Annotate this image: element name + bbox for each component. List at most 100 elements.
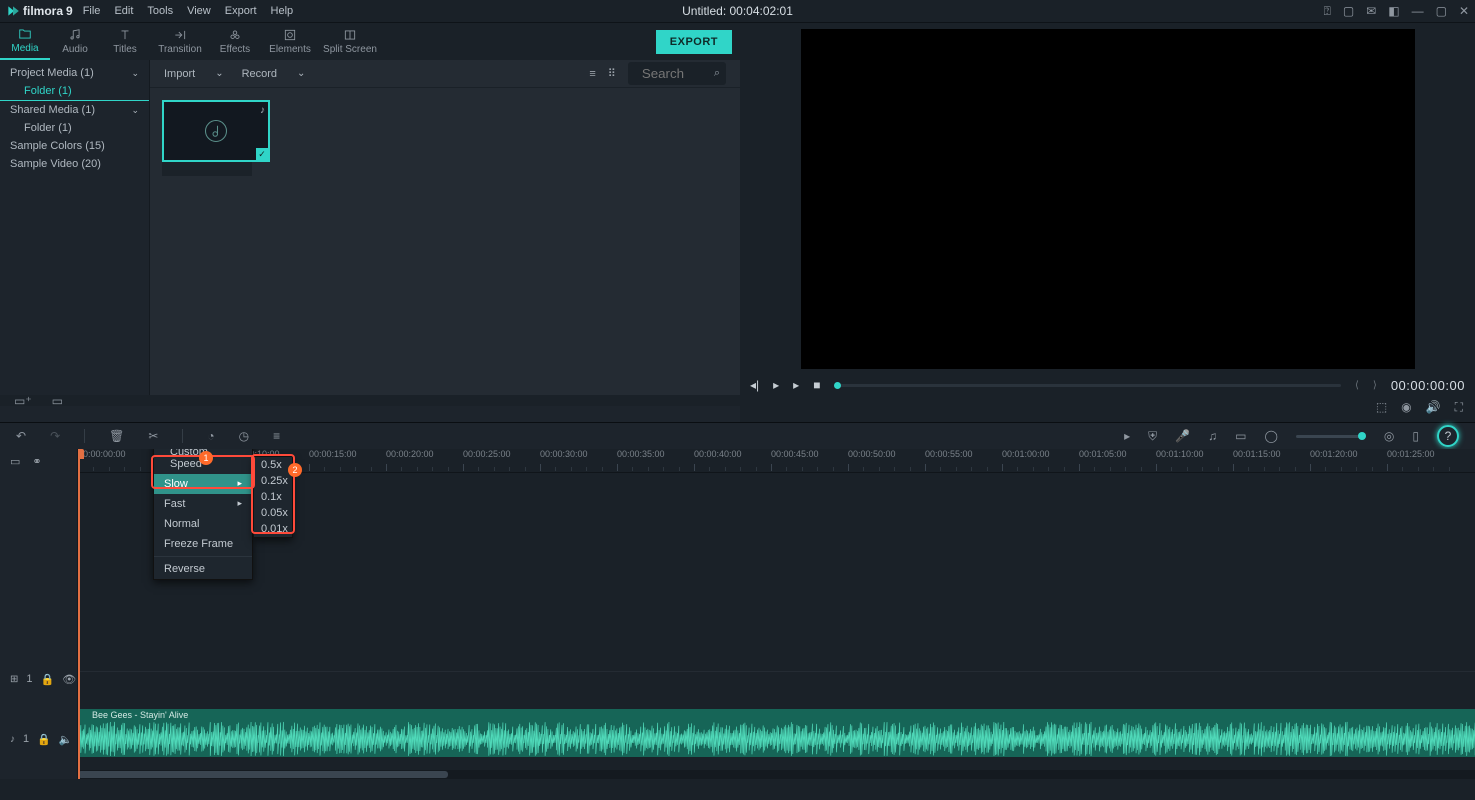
display-icon[interactable]: ⬚ — [1376, 400, 1387, 422]
filter-icon[interactable]: ≡ — [589, 68, 595, 80]
lock-icon[interactable]: 🔒 — [37, 733, 51, 746]
audio-clip[interactable]: Bee Gees - Stayin' Alive — [78, 709, 1475, 757]
message-icon[interactable]: ✉ — [1366, 4, 1376, 18]
ruler-tick: 00:00:55:00 — [925, 449, 973, 459]
stop-button[interactable]: ■ — [813, 378, 820, 392]
ruler-tick: 00:01:25:00 — [1387, 449, 1435, 459]
duration-button[interactable]: ◷ — [239, 429, 249, 443]
tab-transition[interactable]: Transition — [150, 23, 210, 60]
cut-button[interactable]: ✂ — [148, 429, 158, 443]
ctx-fast[interactable]: Fast▸ — [154, 494, 252, 514]
marker-icon[interactable]: ▸ — [1124, 429, 1130, 443]
help-button[interactable]: ? — [1437, 425, 1459, 447]
sidebar-folder-1[interactable]: Folder (1) — [0, 82, 149, 101]
audio-track-header[interactable]: ♪1 🔒 🔈 — [0, 729, 78, 749]
preview-panel: ◂| ▸ ▸ ■ ⟨ ⟩ 00:00:00:00 ⬚ ◉ 🔊 ⛶ — [740, 23, 1475, 422]
speed-0-25x[interactable]: 0.25x — [254, 473, 292, 489]
snapshot-icon[interactable]: ◉ — [1401, 400, 1411, 422]
video-track-header[interactable]: ⊞1 🔒 👁 — [0, 669, 78, 689]
delete-button[interactable]: 🗑 — [109, 429, 124, 443]
sidebar-folder-2[interactable]: Folder (1) — [0, 119, 149, 137]
speed-button[interactable]: ◔ — [207, 429, 214, 443]
aspect-icon[interactable]: ▭ — [1235, 429, 1246, 443]
account-icon[interactable]: ⍰ — [1324, 4, 1331, 19]
ctx-freeze-frame[interactable]: Freeze Frame — [154, 534, 252, 554]
redo-button[interactable]: ↷ — [50, 429, 60, 443]
tab-titles[interactable]: Titles — [100, 23, 150, 60]
speed-0-5x[interactable]: 0.5x — [254, 457, 292, 473]
timeline-toolbar: ↶ ↷ 🗑 ✂ ◔ ◷ ≡ ▸ ⛨ 🎤 ♫ ▭ ◯ ◎ ▯ ? — [0, 423, 1475, 449]
prev-frame-button[interactable]: ◂| — [750, 378, 759, 392]
zoom-slider[interactable] — [1296, 435, 1366, 438]
record-icon[interactable]: ◯ — [1264, 429, 1277, 443]
minimize-button[interactable]: — — [1412, 4, 1424, 18]
zoom-in-icon[interactable]: ▯ — [1412, 429, 1419, 443]
lock-icon[interactable]: 🔒 — [41, 673, 55, 686]
grid-view-icon[interactable]: ⠿ — [608, 67, 616, 80]
search-input[interactable] — [634, 62, 714, 85]
fullscreen-icon[interactable]: ⛶ — [1455, 400, 1463, 422]
link-icon[interactable]: ⚭ — [32, 455, 41, 468]
sidebar-sample-colors[interactable]: Sample Colors (15) — [0, 137, 149, 155]
next-frame-button[interactable]: ▸ — [793, 378, 799, 392]
notification-icon[interactable]: ◧ — [1388, 4, 1399, 18]
titlebar: filmora9 File Edit Tools View Export Hel… — [0, 0, 1475, 23]
ctx-slow[interactable]: Slow▸ — [154, 474, 252, 494]
visibility-icon[interactable]: 👁 — [62, 673, 76, 686]
preview-scrubber[interactable] — [834, 384, 1341, 387]
voice-icon[interactable]: 🎤 — [1175, 429, 1190, 443]
timeline-scrollbar[interactable] — [78, 770, 1475, 779]
playhead[interactable] — [78, 449, 80, 779]
sidebar-shared-media[interactable]: Shared Media (1)⌄ — [0, 101, 149, 119]
tab-elements[interactable]: Elements — [260, 23, 320, 60]
search-box[interactable]: ⌕ — [628, 62, 726, 85]
volume-icon[interactable]: 🔊 — [1426, 400, 1441, 422]
media-toolbar: Import Record ≡ ⠿ ⌕ — [150, 60, 740, 88]
ruler-tick: 00:00:35:00 — [617, 449, 665, 459]
menu-help[interactable]: Help — [271, 5, 294, 17]
tab-split-screen[interactable]: Split Screen — [320, 23, 380, 60]
mark-in-icon[interactable]: ⟨ — [1355, 380, 1359, 391]
menu-export[interactable]: Export — [225, 5, 257, 17]
save-icon[interactable]: ▢ — [1343, 4, 1354, 18]
shield-icon[interactable]: ⛨ — [1148, 429, 1157, 444]
mixer-icon[interactable]: ♫ — [1208, 429, 1217, 443]
sidebar-sample-video[interactable]: Sample Video (20) — [0, 155, 149, 173]
ctx-normal[interactable]: Normal — [154, 514, 252, 534]
timeline-body[interactable]: 00:00:00:0000:00:05:0000:00:10:0000:00:1… — [78, 449, 1475, 779]
sidebar-project-media[interactable]: Project Media (1)⌄ — [0, 64, 149, 82]
import-dropdown[interactable]: Import — [164, 68, 224, 80]
menu-file[interactable]: File — [83, 5, 101, 17]
export-button[interactable]: EXPORT — [656, 30, 732, 54]
ctx-reverse[interactable]: Reverse — [154, 559, 252, 579]
play-button[interactable]: ▸ — [773, 378, 779, 392]
scrollbar-thumb[interactable] — [78, 771, 448, 778]
maximize-button[interactable]: ▢ — [1436, 4, 1447, 18]
timeline-mode-icon[interactable]: ▭ — [10, 455, 20, 468]
speed-0-1x[interactable]: 0.1x — [254, 489, 292, 505]
preview-video[interactable] — [801, 29, 1415, 369]
settings-button[interactable]: ≡ — [273, 429, 280, 443]
mute-icon[interactable]: 🔈 — [59, 733, 73, 746]
tab-audio[interactable]: Audio — [50, 23, 100, 60]
tab-effects[interactable]: Effects — [210, 23, 260, 60]
menu-edit[interactable]: Edit — [114, 5, 133, 17]
speed-0-01x[interactable]: 0.01x — [254, 521, 292, 537]
record-dropdown[interactable]: Record — [242, 68, 306, 80]
zoom-fit-icon[interactable]: ◎ — [1384, 429, 1394, 443]
media-grid: ♪ ✓ — [150, 88, 740, 188]
ruler-tick: 00:00:45:00 — [771, 449, 819, 459]
tab-media[interactable]: Media — [0, 23, 50, 60]
menu-view[interactable]: View — [187, 5, 211, 17]
new-folder-icon[interactable]: ▭⁺ — [14, 394, 32, 408]
speed-0-05x[interactable]: 0.05x — [254, 505, 292, 521]
menu-tools[interactable]: Tools — [147, 5, 173, 17]
media-clip-audio[interactable]: ♪ ✓ — [162, 100, 270, 162]
close-button[interactable]: ✕ — [1459, 4, 1469, 18]
undo-button[interactable]: ↶ — [16, 429, 26, 443]
mark-out-icon[interactable]: ⟩ — [1373, 380, 1377, 391]
media-sidebar: Project Media (1)⌄ Folder (1) Shared Med… — [0, 60, 150, 395]
used-check-icon: ✓ — [256, 148, 268, 160]
search-icon[interactable]: ⌕ — [714, 67, 720, 80]
folder-icon[interactable]: ▭ — [52, 394, 63, 408]
